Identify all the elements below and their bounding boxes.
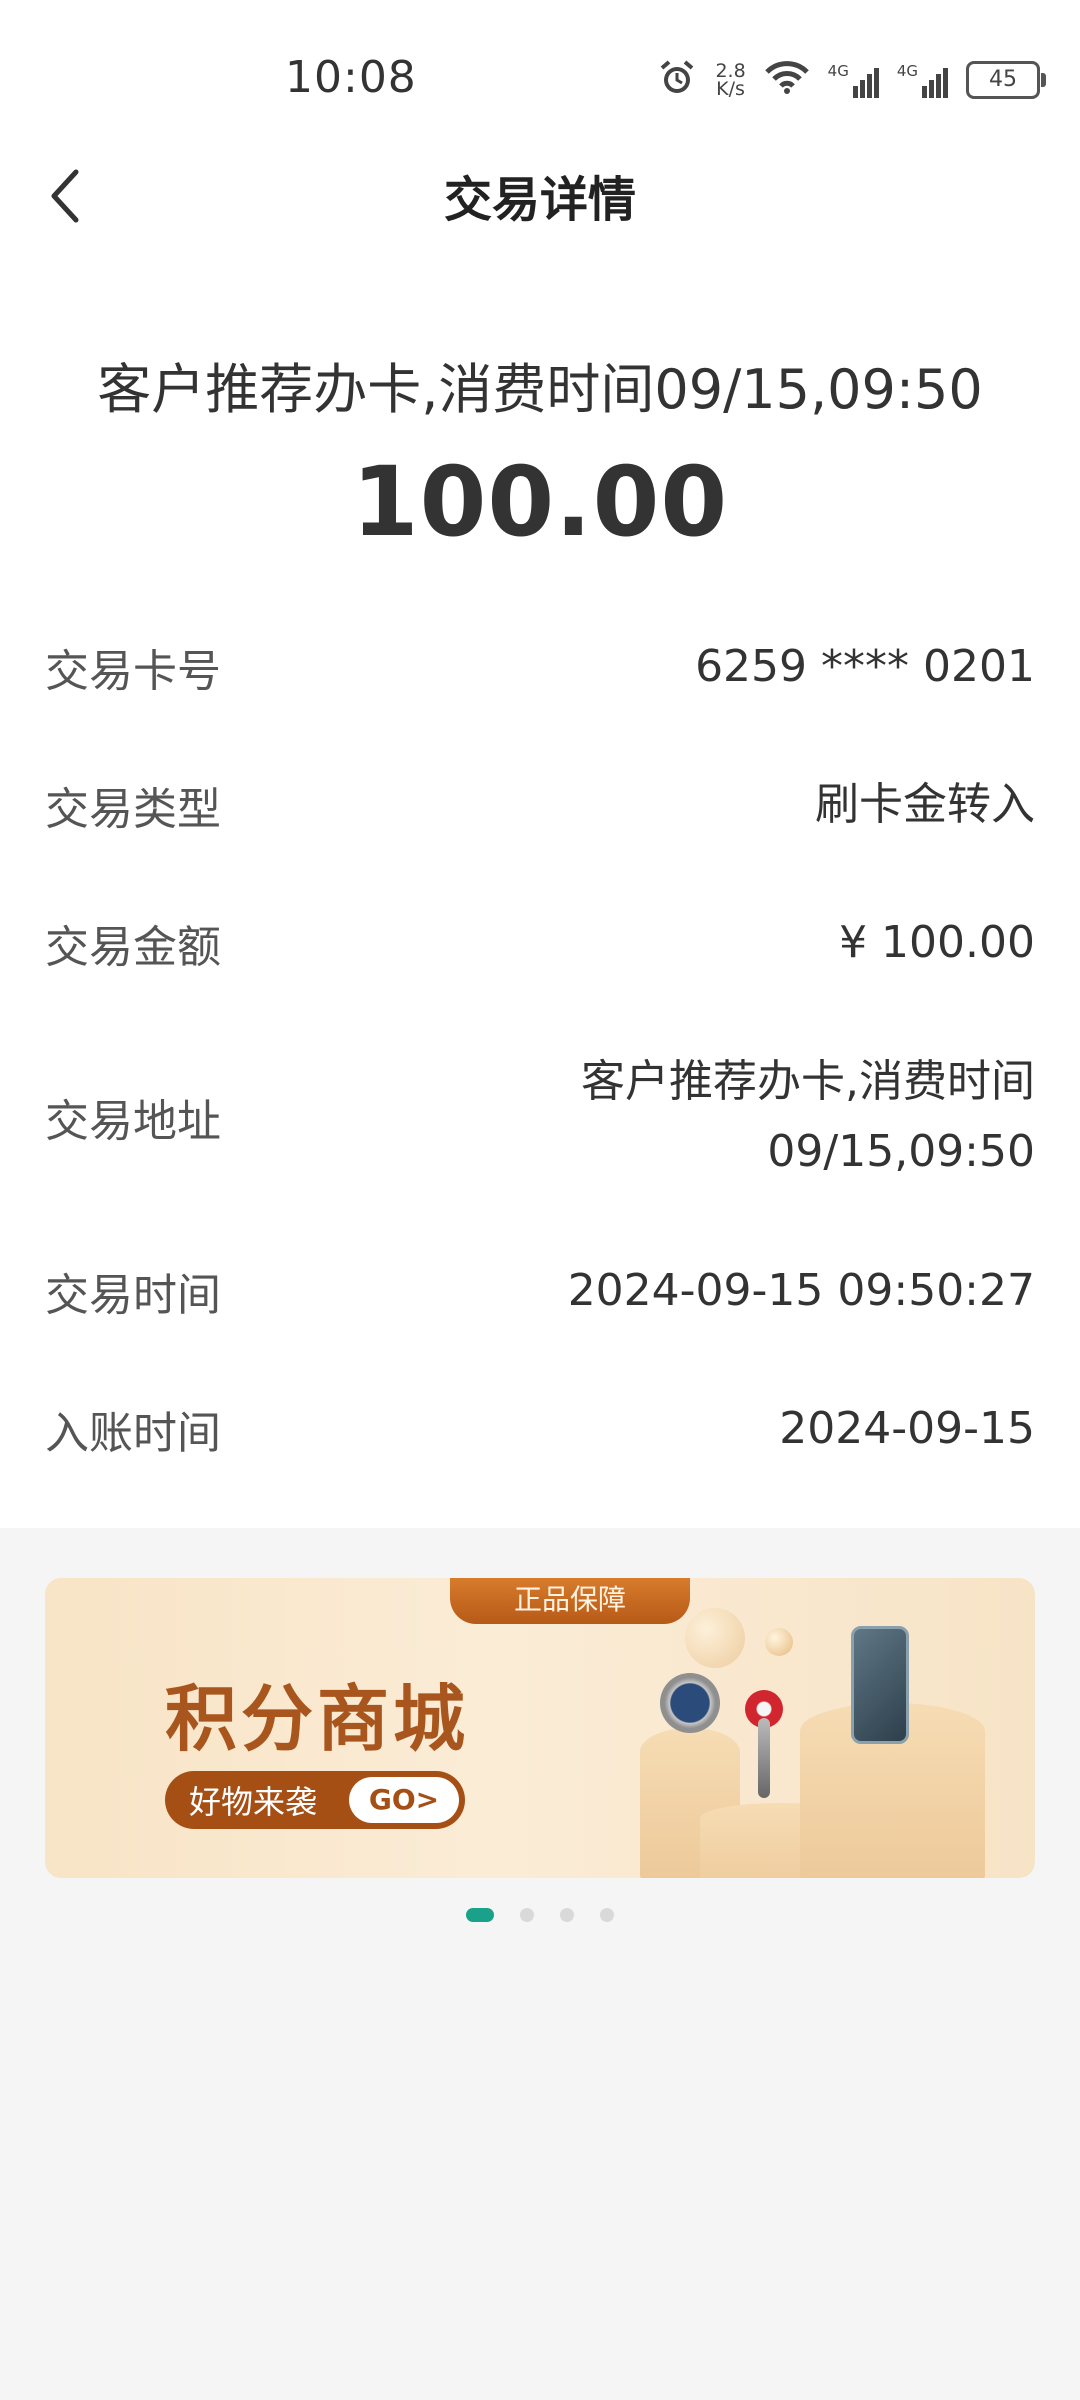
top-section: 10:08 2.8 K/s 4G 4G 45 交易详情 客户推荐办卡,消费时间0…	[0, 0, 1080, 1528]
carousel-dot[interactable]	[560, 1908, 574, 1922]
detail-row-address: 交易地址 客户推荐办卡,消费时间 09/15,09:50	[45, 1012, 1035, 1222]
signal-label: 4G	[827, 62, 849, 80]
network-speed: 2.8 K/s	[715, 62, 745, 100]
signal-icon: 4G	[828, 62, 879, 98]
authentic-guarantee-tag: 正品保障	[450, 1578, 690, 1624]
detail-row-time: 交易时间 2024-09-15 09:50:27	[45, 1222, 1035, 1360]
banner-title: 积分商城	[165, 1677, 470, 1761]
go-button[interactable]: GO>	[349, 1777, 459, 1823]
detail-label: 交易卡号	[45, 646, 221, 697]
detail-label: 交易地址	[45, 1096, 221, 1147]
detail-value: 2024-09-15 09:50:27	[567, 1265, 1035, 1316]
wifi-icon	[764, 60, 810, 100]
detail-list: 交易卡号 6259 **** 0201 交易类型 刷卡金转入 交易金额 ¥ 10…	[0, 598, 1080, 1528]
watch-icon	[660, 1673, 720, 1733]
detail-value: 刷卡金转入	[815, 779, 1035, 830]
detail-row-card-number: 交易卡号 6259 **** 0201	[45, 598, 1035, 736]
status-icons: 2.8 K/s 4G 4G 45	[657, 58, 1046, 102]
transaction-description: 客户推荐办卡,消费时间09/15,09:50	[97, 358, 983, 421]
detail-value: ¥ 100.00	[839, 917, 1035, 968]
detail-row-posting-date: 入账时间 2024-09-15	[45, 1360, 1035, 1498]
detail-value: 客户推荐办卡,消费时间 09/15,09:50	[555, 1047, 1035, 1187]
points-mall-banner[interactable]: 正品保障 积分商城 好物来袭 GO>	[45, 1578, 1035, 1878]
battery-icon: 45	[966, 61, 1046, 99]
transaction-amount: 100.00	[351, 446, 729, 558]
page-title: 交易详情	[443, 172, 636, 228]
transaction-summary: 客户推荐办卡,消费时间09/15,09:50 100.00	[0, 245, 1080, 558]
detail-row-amount: 交易金额 ¥ 100.00	[45, 874, 1035, 1012]
carousel-dot-active[interactable]	[466, 1908, 494, 1922]
detail-value: 6259 **** 0201	[695, 641, 1035, 692]
banner-cta[interactable]: 好物来袭 GO>	[165, 1771, 465, 1829]
detail-value: 2024-09-15	[779, 1403, 1035, 1454]
address-line-2: 09/15,09:50	[767, 1126, 1035, 1177]
nav-bar: 交易详情	[0, 150, 1080, 245]
address-line-1: 客户推荐办卡,消费时间	[581, 1056, 1035, 1107]
detail-label: 交易金额	[45, 922, 221, 973]
detail-label: 交易类型	[45, 784, 221, 835]
detail-label: 交易时间	[45, 1270, 221, 1321]
signal-icon-2: 4G	[897, 62, 948, 98]
banner-area: 正品保障 积分商城 好物来袭 GO>	[0, 1528, 1080, 1922]
status-time: 10:08	[285, 52, 417, 103]
detail-row-type: 交易类型 刷卡金转入	[45, 736, 1035, 874]
banner-subtitle: 好物来袭	[189, 1783, 318, 1821]
phone-icon	[851, 1626, 909, 1744]
signal-label-2: 4G	[896, 62, 918, 80]
detail-label: 入账时间	[45, 1408, 221, 1459]
hair-dryer-handle	[758, 1718, 770, 1798]
status-bar: 10:08 2.8 K/s 4G 4G 45	[0, 0, 1080, 150]
net-speed-unit: K/s	[716, 78, 745, 100]
alarm-icon	[657, 58, 697, 102]
carousel-dot[interactable]	[600, 1908, 614, 1922]
decor-ball	[765, 1628, 793, 1656]
carousel-dot[interactable]	[520, 1908, 534, 1922]
carousel-indicator	[0, 1908, 1080, 1922]
decor-ball	[685, 1608, 745, 1668]
